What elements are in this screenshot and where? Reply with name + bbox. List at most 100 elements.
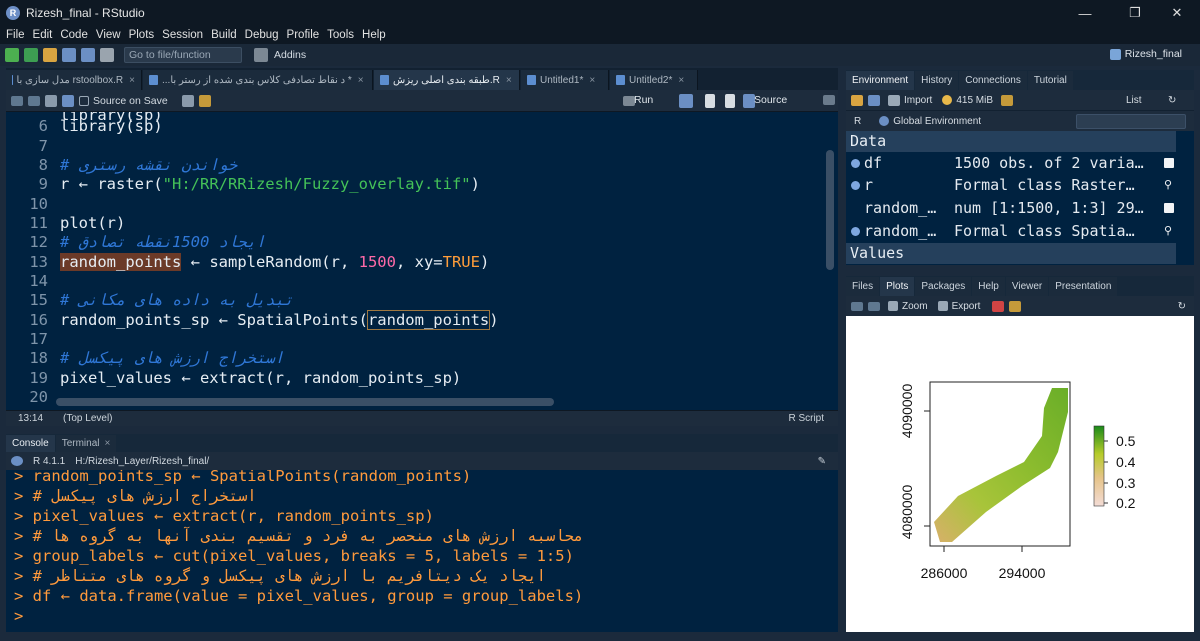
menu-file[interactable]: File xyxy=(6,29,25,41)
code-tools-wand-icon[interactable] xyxy=(198,94,211,107)
close-tab-icon[interactable]: × xyxy=(678,75,684,86)
tab-terminal[interactable]: Terminal × xyxy=(55,435,117,452)
expand-icon[interactable] xyxy=(851,159,860,168)
editor-tab-classification[interactable]: طبقه بندی اصلی ریزش.R × xyxy=(374,70,520,90)
run-button[interactable]: Run xyxy=(634,94,653,106)
import-dataset-button[interactable]: Import xyxy=(904,95,932,106)
previous-plot-icon[interactable] xyxy=(851,301,863,311)
expand-icon[interactable] xyxy=(851,227,860,236)
close-tab-icon[interactable]: × xyxy=(589,75,595,86)
menu-debug[interactable]: Debug xyxy=(245,29,279,41)
up-arrow-icon[interactable] xyxy=(705,94,715,108)
grid-layout-icon[interactable] xyxy=(254,48,268,62)
tab-history[interactable]: History xyxy=(915,71,959,90)
expand-icon[interactable] xyxy=(851,181,860,190)
editor-tab-untitled2[interactable]: Untitled2* × xyxy=(610,70,698,90)
file-type-selector[interactable]: R Script xyxy=(788,413,824,424)
menu-view[interactable]: View xyxy=(96,29,121,41)
close-tab-icon[interactable]: × xyxy=(105,438,111,449)
menu-edit[interactable]: Edit xyxy=(33,29,53,41)
tab-connections[interactable]: Connections xyxy=(959,71,1027,90)
view-table-icon[interactable] xyxy=(1164,203,1174,213)
menu-profile[interactable]: Profile xyxy=(287,29,320,41)
scope-selector[interactable]: Global Environment xyxy=(893,116,981,127)
clear-plots-broom-icon[interactable] xyxy=(1009,300,1022,312)
export-menu[interactable]: Export xyxy=(952,301,981,312)
source-on-save-checkbox[interactable] xyxy=(79,95,89,106)
zoom-icon xyxy=(888,301,898,311)
list-view-selector[interactable]: List xyxy=(1126,95,1142,106)
console-line: > df ← data.frame(value = pixel_values, … xyxy=(14,587,584,605)
tab-help[interactable]: Help xyxy=(972,277,1005,296)
refresh-icon[interactable]: ↻ xyxy=(1178,301,1186,312)
tab-plots[interactable]: Plots xyxy=(880,277,915,296)
remove-plot-icon[interactable] xyxy=(992,300,1005,312)
show-in-window-icon[interactable] xyxy=(45,94,57,107)
view-table-icon[interactable] xyxy=(1164,158,1174,168)
close-icon[interactable]: ✕ xyxy=(1154,0,1200,26)
clear-console-icon[interactable]: ✎ xyxy=(818,456,826,467)
env-row-random-points-sp[interactable]: random_… Formal class Spatia… ⚲ xyxy=(846,220,1176,242)
clear-broom-icon[interactable] xyxy=(1001,94,1014,106)
editor-tab-rstoolbox[interactable]: مدل سازی با rstoolbox.R × xyxy=(6,70,142,90)
next-plot-icon[interactable] xyxy=(868,301,880,311)
back-arrow-icon[interactable] xyxy=(11,95,23,106)
search-icon[interactable] xyxy=(181,94,194,107)
editor-horizontal-scrollbar[interactable] xyxy=(56,398,554,406)
refresh-icon[interactable]: ↻ xyxy=(1168,95,1176,106)
minimize-icon[interactable]: — xyxy=(1062,0,1108,26)
env-row-df[interactable]: df 1500 obs. of 2 varia… xyxy=(846,152,1176,174)
editor-tab-random-points[interactable]: ...د نقاط تصادفی کلاس بندی شده از رستر ب… xyxy=(143,70,373,90)
tab-environment[interactable]: Environment xyxy=(846,71,915,90)
open-folder-icon[interactable] xyxy=(43,48,57,62)
tab-presentation[interactable]: Presentation xyxy=(1049,277,1118,296)
environment-search-input[interactable] xyxy=(1076,114,1186,129)
env-row-r[interactable]: r Formal class Raster… ⚲ xyxy=(846,174,1176,196)
env-row-random-points[interactable]: random_… num [1:1500, 1:3] 29… xyxy=(846,197,1176,219)
menu-session[interactable]: Session xyxy=(162,29,203,41)
load-workspace-icon[interactable] xyxy=(851,94,863,106)
forward-arrow-icon[interactable] xyxy=(28,95,40,106)
down-arrow-icon[interactable] xyxy=(725,94,735,108)
tab-tutorial[interactable]: Tutorial xyxy=(1027,71,1073,90)
menu-build[interactable]: Build xyxy=(211,29,237,41)
menu-tools[interactable]: Tools xyxy=(327,29,354,41)
code-editor[interactable]: library(sp) 6 library(sp) 7 8 # خواندن نقش… xyxy=(6,112,838,410)
goto-file-input[interactable]: Go to file/function xyxy=(124,47,242,63)
close-tab-icon[interactable]: × xyxy=(506,75,512,86)
addins-menu[interactable]: Addins xyxy=(274,49,306,61)
menu-code[interactable]: Code xyxy=(60,29,88,41)
source-button[interactable]: Source xyxy=(754,94,787,106)
menu-help[interactable]: Help xyxy=(362,29,386,41)
console-prompt[interactable]: > xyxy=(14,606,834,626)
tab-console[interactable]: Console xyxy=(6,435,55,452)
scope-selector[interactable]: (Top Level) xyxy=(63,413,112,424)
project-menu[interactable]: Rizesh_final xyxy=(1109,48,1182,60)
code-line: 11 plot(r) xyxy=(29,214,126,232)
maximize-icon[interactable]: ❐ xyxy=(1112,0,1158,26)
save-all-icon[interactable] xyxy=(81,48,95,62)
zoom-button[interactable]: Zoom xyxy=(902,301,928,312)
search-icon[interactable]: ⚲ xyxy=(1164,225,1174,236)
editor-tab-untitled1[interactable]: Untitled1* × xyxy=(521,70,609,90)
save-workspace-icon[interactable] xyxy=(868,94,880,106)
close-tab-icon[interactable]: × xyxy=(358,75,364,86)
console-output[interactable]: > random_points_sp ← SpatialPoints(rando… xyxy=(6,470,838,632)
editor-vertical-scrollbar[interactable] xyxy=(826,150,834,270)
new-file-icon[interactable] xyxy=(5,48,19,62)
print-icon[interactable] xyxy=(100,48,114,62)
language-selector[interactable]: R xyxy=(854,116,861,127)
tab-viewer[interactable]: Viewer xyxy=(1005,277,1049,296)
memory-usage[interactable]: 415 MiB xyxy=(956,95,993,106)
legend-label: 0.2 xyxy=(1116,495,1136,511)
save-icon[interactable] xyxy=(62,94,74,107)
tab-packages[interactable]: Packages xyxy=(915,277,972,296)
tab-files[interactable]: Files xyxy=(846,277,880,296)
new-project-icon[interactable] xyxy=(24,48,38,62)
outline-icon[interactable] xyxy=(823,95,835,105)
menu-plots[interactable]: Plots xyxy=(129,29,155,41)
search-icon[interactable]: ⚲ xyxy=(1164,179,1174,190)
rerun-icon[interactable] xyxy=(679,94,693,108)
save-icon[interactable] xyxy=(62,48,76,62)
close-tab-icon[interactable]: × xyxy=(129,75,135,86)
